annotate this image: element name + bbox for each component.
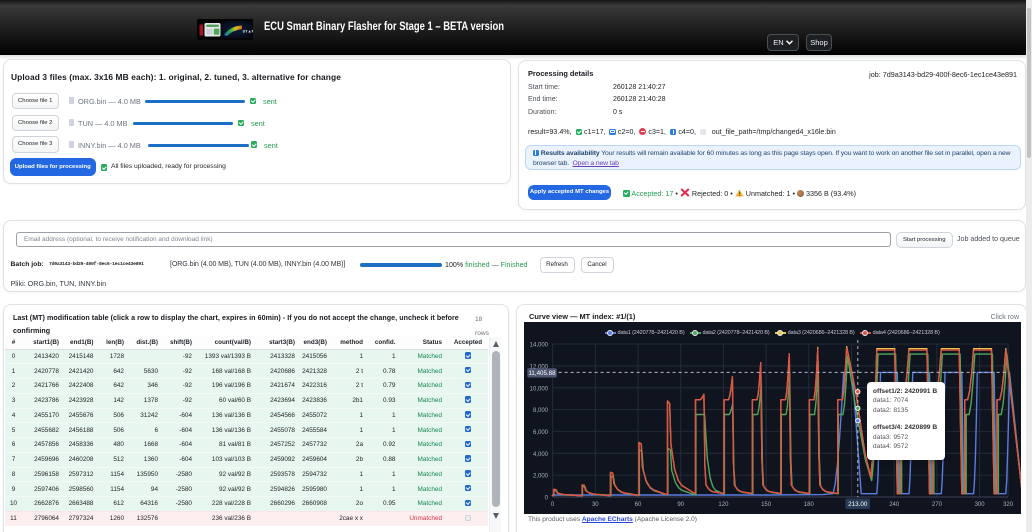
svg-text:4,000: 4,000 [533,452,549,458]
svg-text:6,000: 6,000 [533,430,549,436]
svg-text:10,000: 10,000 [530,386,549,392]
svg-text:11,405.88: 11,405.88 [528,370,556,377]
svg-text:14,000: 14,000 [530,343,549,349]
svg-text:270: 270 [932,502,943,508]
svg-text:150: 150 [761,502,772,508]
svg-text:180: 180 [804,502,815,508]
svg-text:90: 90 [677,502,684,508]
svg-text:30: 30 [592,502,599,508]
svg-text:60: 60 [635,502,642,508]
svg-text:240: 240 [889,502,900,508]
svg-text:320: 320 [1003,502,1014,508]
svg-text:ST▲MP: ST▲MP [243,29,254,34]
svg-text:213.00: 213.00 [848,501,868,508]
svg-text:300: 300 [975,502,986,508]
svg-text:8,000: 8,000 [533,408,549,414]
svg-text:120: 120 [718,502,729,508]
svg-text:2,000: 2,000 [533,474,549,480]
